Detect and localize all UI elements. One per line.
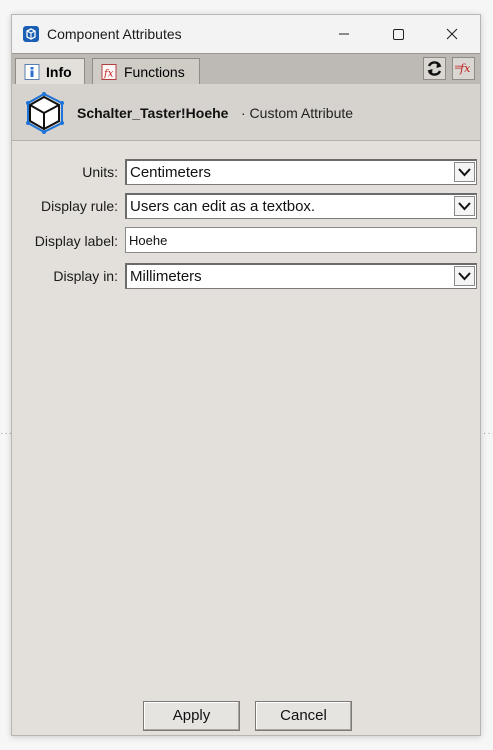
apply-button[interactable]: Apply <box>143 701 240 731</box>
function-fx-icon: fx <box>101 64 117 80</box>
close-icon <box>446 28 458 40</box>
chevron-down-icon <box>458 202 471 211</box>
svg-text:fx: fx <box>459 62 471 75</box>
display-in-dropdown-button[interactable] <box>454 266 475 286</box>
window-title: Component Attributes <box>47 26 182 42</box>
formula-button[interactable]: = fx <box>452 57 475 80</box>
close-button[interactable] <box>424 15 480 53</box>
display-label-label: Display label: <box>34 233 118 249</box>
title-bar[interactable]: Component Attributes <box>12 15 480 53</box>
display-rule-value: Users can edit as a textbox. <box>130 198 316 215</box>
refresh-button[interactable] <box>423 57 446 80</box>
maximize-icon <box>393 29 404 40</box>
maximize-button[interactable] <box>370 15 426 53</box>
refresh-icon <box>427 61 442 76</box>
tab-functions[interactable]: fx Functions <box>92 58 200 85</box>
minimize-icon <box>339 33 349 35</box>
cancel-button[interactable]: Cancel <box>255 701 352 731</box>
tab-info-label: Info <box>46 64 72 80</box>
chevron-down-icon <box>458 272 471 281</box>
component-name: Schalter_Taster!Hoehe <box>77 105 229 121</box>
info-icon <box>24 64 40 80</box>
minimize-button[interactable] <box>316 15 372 53</box>
display-rule-dropdown-button[interactable] <box>454 196 475 216</box>
component-cube-icon <box>23 90 67 134</box>
units-label: Units: <box>82 164 118 180</box>
display-in-value: Millimeters <box>130 268 202 285</box>
attribute-type-label: · Custom Attribute <box>241 105 354 121</box>
component-attributes-window: Component Attributes Info fx Functions =… <box>11 14 481 736</box>
units-value: Centimeters <box>130 164 211 181</box>
units-select[interactable]: Centimeters <box>125 159 477 185</box>
tab-info[interactable]: Info <box>15 58 85 86</box>
display-in-label: Display in: <box>53 268 118 284</box>
component-header: Schalter_Taster!Hoehe · Custom Attribute <box>12 84 480 141</box>
tab-functions-label: Functions <box>124 64 185 80</box>
resize-grip-right[interactable]: ··· <box>483 428 493 439</box>
display-in-select[interactable]: Millimeters <box>125 263 477 289</box>
chevron-down-icon <box>458 168 471 177</box>
display-rule-label: Display rule: <box>40 198 118 214</box>
sketchup-app-icon <box>23 26 39 42</box>
tab-strip: Info fx Functions = fx <box>12 53 480 86</box>
units-dropdown-button[interactable] <box>454 162 475 182</box>
formula-fx-icon: = fx <box>454 62 471 75</box>
display-rule-select[interactable]: Users can edit as a textbox. <box>125 193 477 219</box>
svg-text:fx: fx <box>103 69 114 80</box>
display-label-input[interactable] <box>125 227 477 253</box>
